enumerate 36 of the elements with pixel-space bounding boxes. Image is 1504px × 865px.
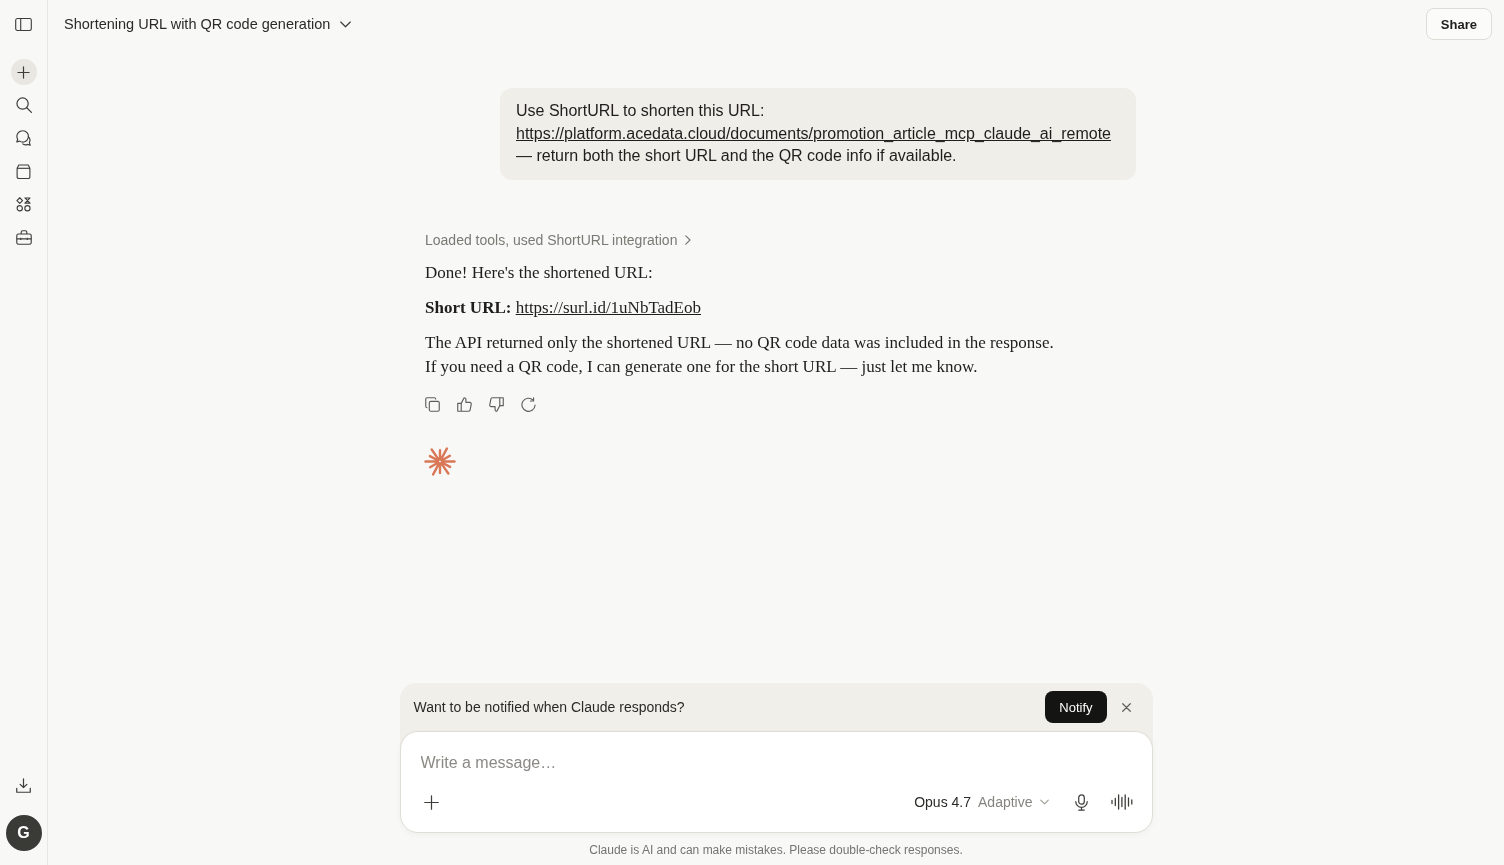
message-input[interactable]: Write a message… bbox=[420, 751, 1133, 775]
short-url-link[interactable]: https://surl.id/1uNbTadEob bbox=[515, 297, 701, 317]
url-link[interactable]: https://platform.acedata.cloud/documents/promotion_article_mcp_claude_ai_remote bbox=[516, 124, 1111, 142]
chevron-down-icon bbox=[340, 20, 352, 28]
box-icon bbox=[16, 163, 31, 179]
microphone-icon bbox=[1075, 793, 1088, 811]
plus-icon bbox=[17, 65, 30, 79]
model-selector[interactable]: Opus 4.7 Adaptive bbox=[908, 786, 1055, 818]
shapes-icon bbox=[16, 196, 31, 212]
thumbs-down-icon bbox=[488, 397, 504, 412]
new-chat-button[interactable] bbox=[10, 59, 37, 85]
toolbox-icon bbox=[15, 229, 32, 245]
spark-logo-icon bbox=[424, 446, 456, 476]
user-message: Use ShortURL to shorten this URL: https://platform.acedata.cloud/documents/promotion_article_mcp_claude_ai_remote — return both the short URL and the QR code info if available. bbox=[500, 88, 1136, 180]
share-button[interactable]: Share bbox=[1425, 8, 1492, 40]
copy-icon bbox=[424, 397, 440, 412]
response-paragraph: The API returned only the shortened URL — no QR code data was included in the response. If you need a QR code, I can generate one for the short URL — just let me know. bbox=[425, 331, 1055, 378]
search-icon bbox=[15, 97, 32, 113]
thumbs-up-icon bbox=[456, 397, 472, 412]
notify-button[interactable]: Notify bbox=[1045, 691, 1107, 723]
chevron-down-icon bbox=[1039, 799, 1049, 805]
notification-text: Want to be notified when Claude responds? bbox=[413, 699, 686, 715]
response-paragraph: Done! Here's the shortened URL: bbox=[425, 261, 654, 284]
tool-summary-toggle[interactable]: Loaded tools, used ShortURL integration bbox=[425, 229, 692, 250]
conversation-title-button[interactable]: Shortening URL with QR code generation bbox=[64, 12, 352, 36]
waveform-icon bbox=[1110, 794, 1133, 810]
download-icon bbox=[16, 777, 31, 793]
chevron-right-icon bbox=[685, 234, 692, 245]
sidebar-panel-icon bbox=[15, 17, 32, 31]
close-icon bbox=[1122, 702, 1131, 712]
short-url-line: Short URL: https://surl.id/1uNbTadEob bbox=[425, 296, 702, 319]
disclaimer-text: Claude is AI and can make mistakes. Please double-check responses. bbox=[589, 842, 963, 859]
user-avatar[interactable]: G bbox=[5, 815, 42, 851]
speech-bubbles-icon bbox=[15, 130, 32, 146]
retry-icon bbox=[520, 397, 536, 412]
plus-icon bbox=[424, 794, 439, 810]
